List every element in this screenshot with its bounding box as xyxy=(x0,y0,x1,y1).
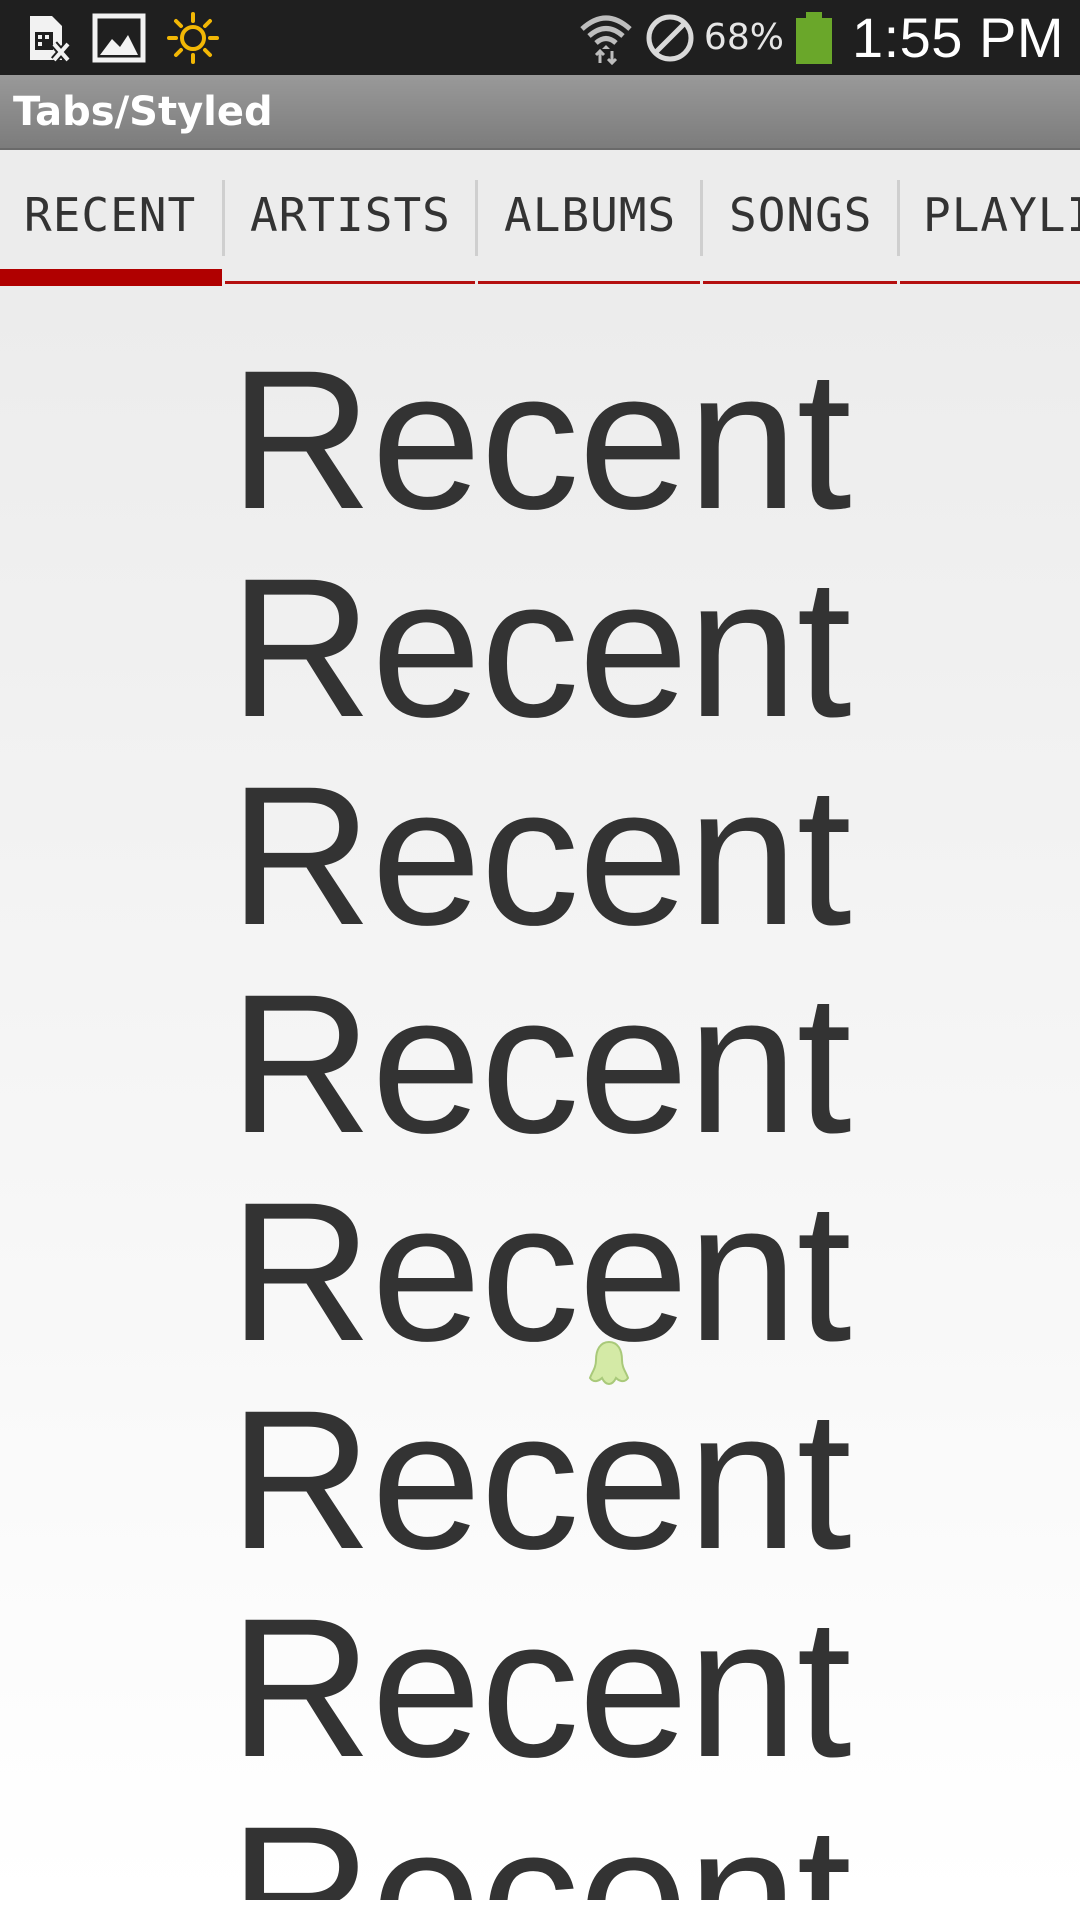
tab-label: SONGS xyxy=(729,188,873,242)
tab-artists[interactable]: ARTISTS xyxy=(225,150,475,288)
tab-recent[interactable]: RECENT xyxy=(0,150,222,288)
tab-indicator xyxy=(225,281,475,284)
status-system-icons: 68% 1:55 PM xyxy=(578,0,1064,75)
tab-strip: RECENT ARTISTS ALBUMS SONGS PLAYLISTS xyxy=(0,150,1080,288)
sim-card-error-icon xyxy=(26,12,72,64)
tab-playlists[interactable]: PLAYLISTS xyxy=(900,150,1080,288)
tab-indicator xyxy=(900,281,1080,284)
tab-albums[interactable]: ALBUMS xyxy=(478,150,700,288)
action-bar: Tabs/Styled xyxy=(0,75,1080,150)
list-item: Recent xyxy=(229,1577,851,1798)
tab-content[interactable]: Recent Recent Recent Recent Recent Recen… xyxy=(0,288,1080,1900)
list-item: Recent xyxy=(229,745,851,966)
recent-list: Recent Recent Recent Recent Recent Recen… xyxy=(0,329,1080,1901)
list-item: Recent xyxy=(229,329,851,550)
list-item: Recent xyxy=(229,1369,851,1590)
status-bar: 68% 1:55 PM xyxy=(0,0,1080,75)
tab-label: ALBUMS xyxy=(504,188,677,242)
action-bar-title: Tabs/Styled xyxy=(13,89,273,135)
wifi-icon xyxy=(578,11,634,65)
battery-icon xyxy=(794,10,834,66)
tab-songs[interactable]: SONGS xyxy=(703,150,897,288)
list-item: Recent xyxy=(229,537,851,758)
tab-selected-indicator xyxy=(0,269,222,286)
brightness-icon xyxy=(166,11,220,65)
tab-label: ARTISTS xyxy=(250,188,451,242)
image-icon xyxy=(92,13,146,63)
tab-label: RECENT xyxy=(24,188,197,242)
tab-indicator xyxy=(478,281,700,284)
list-item: Recent xyxy=(229,953,851,1174)
tab-indicator xyxy=(703,281,897,284)
bottom-edge xyxy=(0,1900,1080,1920)
touch-pointer-icon xyxy=(588,1340,630,1390)
list-item: Recent xyxy=(229,1785,851,1901)
do-not-disturb-icon xyxy=(644,12,696,64)
status-notification-icons xyxy=(26,0,220,75)
clock: 1:55 PM xyxy=(851,6,1064,69)
tab-label: PLAYLISTS xyxy=(923,188,1080,242)
battery-percent: 68% xyxy=(703,17,784,58)
list-item: Recent xyxy=(229,1161,851,1382)
